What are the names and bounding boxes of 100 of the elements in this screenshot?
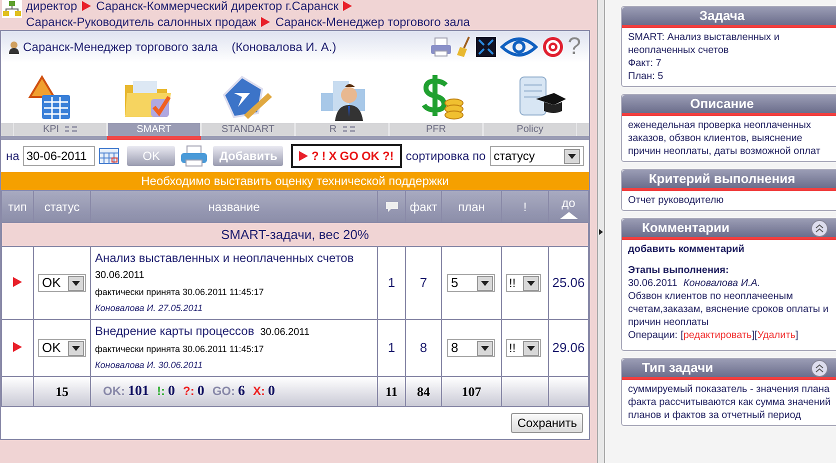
panel-text: План: 5	[628, 70, 664, 83]
task-title-link[interactable]: Внедрение карты процессов	[95, 323, 254, 340]
tab[interactable]: SMART	[107, 123, 201, 136]
collapse-button[interactable]	[811, 220, 828, 237]
printer-icon[interactable]	[430, 37, 452, 57]
target-icon[interactable]	[542, 36, 564, 58]
collapse-button[interactable]	[811, 360, 828, 377]
column-header[interactable]	[378, 190, 406, 222]
stages-title: Этапы выполнения:	[628, 264, 730, 277]
goal-badge-icon	[220, 75, 272, 121]
caret-icon[interactable]	[523, 276, 539, 290]
stat-label: OK:	[103, 383, 125, 400]
stage-text: Обзвон клиентов по неоплачееным счетам,заказам, вяснение сроков оплаты и причин неоплаты	[628, 290, 830, 329]
arrow-icon	[13, 277, 22, 287]
priority-select[interactable]: !!	[506, 274, 541, 292]
org-chart-icon	[2, 0, 22, 18]
user-icon	[9, 40, 19, 54]
sort-select[interactable]: статусу	[490, 146, 584, 166]
total-plan: 107	[442, 376, 502, 406]
column-header[interactable]: название	[90, 190, 378, 222]
panel-title: Критерий выполнения	[648, 170, 796, 188]
status-filter[interactable]: ? ! X GO OK ?!	[291, 144, 402, 168]
fact-cell: 7	[406, 246, 442, 320]
accepted-time: фактически принята 30.06.2011 11:45:17	[95, 343, 265, 356]
broom-icon[interactable]	[456, 36, 472, 58]
calendar-icon[interactable]	[99, 148, 120, 164]
arrow-icon	[343, 1, 352, 11]
add-comment-link[interactable]: добавить комментарий	[628, 243, 836, 256]
total-comments: 11	[378, 376, 406, 406]
accepted-time: фактически принята 30.06.2011 11:45:17	[95, 286, 265, 299]
plan-select[interactable]: 5	[447, 274, 495, 292]
operation-link[interactable]: Удалить	[757, 329, 796, 342]
panel-text: Отчет руководителю	[628, 194, 725, 207]
panel-title: Тип задачи	[641, 359, 714, 378]
panel-text: планов и фактов за отчетный период	[628, 409, 802, 422]
speech-bubble-icon	[386, 202, 398, 212]
stat-label: GO:	[212, 383, 235, 400]
panel-text: неоплаченных счетов	[628, 44, 730, 57]
printer-icon[interactable]	[179, 145, 210, 167]
date-label: на	[6, 148, 20, 165]
fullscreen-icon[interactable]	[476, 37, 496, 57]
sort-arrow-icon[interactable]	[560, 212, 578, 219]
status-select[interactable]: OK	[38, 339, 86, 357]
panel-text: факта рассчитываются как сумма значений	[628, 396, 832, 409]
stat-value: 0	[268, 383, 275, 401]
caret-icon[interactable]	[564, 148, 580, 164]
task-title-link[interactable]: Анализ выставленных и неоплаченных счетов	[95, 250, 354, 267]
filter-option[interactable]: OK	[361, 147, 380, 165]
filter-option[interactable]: X	[328, 147, 337, 165]
chevron-up-icon	[815, 364, 824, 373]
comments-count[interactable]: 1	[378, 246, 406, 320]
priority-select[interactable]: !!	[506, 339, 541, 357]
stage-author: Коновалова И.А.	[683, 277, 760, 290]
eye-icon[interactable]	[500, 37, 538, 57]
arrow-icon	[13, 342, 22, 352]
stat-value: 6	[238, 383, 245, 401]
user-position: Саранск-Менеджер торгового зала	[23, 39, 218, 56]
column-header[interactable]: до	[548, 190, 588, 222]
plan-select[interactable]: 8	[447, 339, 495, 357]
date-field[interactable]: 30-06-2011	[23, 146, 96, 166]
caret-icon[interactable]	[477, 276, 493, 290]
panel-title: Комментарии	[641, 219, 730, 238]
task-date: 30.06.2011	[260, 326, 310, 340]
filter-option[interactable]: ?	[311, 147, 319, 165]
caret-icon[interactable]	[68, 276, 84, 290]
status-select[interactable]: OK	[38, 274, 86, 292]
panel-text: еженедельная проверка неоплаченных	[628, 119, 812, 132]
menu-icon	[342, 126, 355, 134]
breadcrumb-link[interactable]: директор	[26, 0, 78, 13]
bracket: [	[680, 329, 684, 342]
stat-value: 0	[168, 383, 175, 401]
arrow-icon	[82, 1, 92, 11]
panel-text: SMART: Анализ выставленных и	[628, 31, 780, 44]
due-date: 25.06	[548, 246, 588, 320]
grip-icon	[599, 228, 603, 234]
caret-icon[interactable]	[477, 340, 493, 356]
breadcrumb-link[interactable]: Саранск-Коммерческий директор г.Саранск	[96, 0, 338, 13]
operation-link[interactable]: редактировать	[683, 329, 752, 342]
panel-text: суммируемый показатель - значения плана	[628, 383, 831, 396]
stat-value: 0	[197, 383, 204, 401]
save-button[interactable]: Сохранить	[511, 413, 583, 433]
breadcrumb-link[interactable]: Саранск-Менеджер торгового зала	[275, 15, 470, 29]
panel-text: Факт: 7	[628, 57, 662, 70]
column-header[interactable]: тип	[2, 190, 34, 222]
panel-text: заказов, обзвон клиентов, выяснение	[628, 132, 804, 145]
task-date: 30.06.2011	[95, 269, 144, 283]
filter-option[interactable]: ?!	[382, 147, 394, 165]
bracket: ]	[796, 329, 798, 342]
caret-icon[interactable]	[523, 340, 539, 356]
user-name: (Коновалова И. А.)	[232, 39, 336, 56]
help-link[interactable]: ?	[568, 35, 581, 59]
total-fact: 84	[406, 376, 442, 406]
panel-title: Задача	[698, 7, 746, 26]
breadcrumb-link[interactable]: Саранск-Руководитель салонных продаж	[26, 15, 256, 29]
caret-icon[interactable]	[68, 340, 84, 356]
menu-icon	[65, 126, 78, 134]
filter-option[interactable]: GO	[340, 147, 358, 165]
filter-option[interactable]: !	[322, 147, 326, 165]
table-warning-icon	[28, 75, 72, 121]
stage-date: 30.06.2011	[628, 277, 678, 290]
